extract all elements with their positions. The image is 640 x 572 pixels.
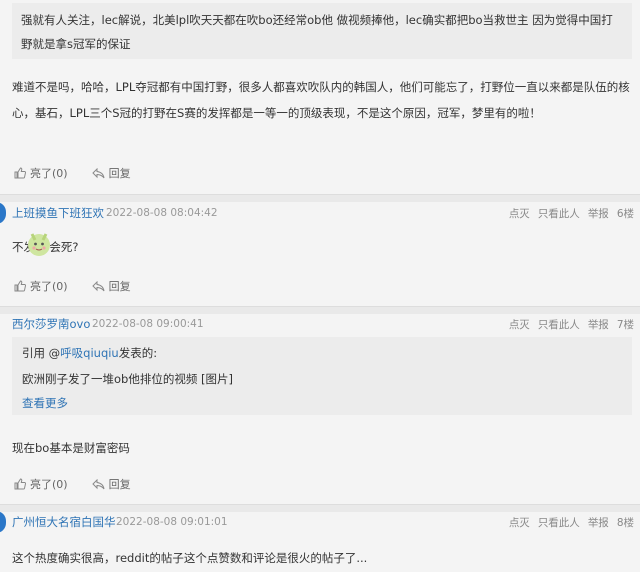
- like-count: 亮了(0): [30, 280, 68, 293]
- reply-icon: [91, 478, 105, 489]
- floor-number: 8楼: [616, 516, 634, 529]
- like-button[interactable]: 亮了(0): [14, 476, 68, 492]
- report-button[interactable]: 举报: [588, 317, 609, 332]
- quote-block: 引用 @呼吸qiuqiu发表的: 欧洲刚子发了一堆ob他排位的视频 [图片] 查…: [12, 337, 632, 415]
- quote-header: 引用 @呼吸qiuqiu发表的:: [22, 345, 157, 361]
- username-link[interactable]: 上班摸鱼下班狂欢: [12, 205, 104, 221]
- like-count: 亮了(0): [30, 478, 68, 491]
- comment-actions: 亮了(0) 回复: [14, 476, 155, 492]
- reply-icon: [91, 167, 105, 178]
- reply-button[interactable]: 回复: [91, 476, 131, 492]
- diss-button[interactable]: 点灭: [509, 317, 530, 332]
- reply-button[interactable]: 回复: [91, 278, 131, 294]
- report-button[interactable]: 举报: [588, 206, 609, 221]
- quote-prefix: 引用 @: [22, 346, 61, 360]
- sticker-icon: [28, 233, 50, 256]
- only-this-user-button[interactable]: 只看此人: [538, 515, 580, 530]
- post-content: 现在bo基本是财富密码: [12, 441, 130, 455]
- like-button[interactable]: 亮了(0): [14, 165, 68, 181]
- floor-number: 6楼: [616, 207, 634, 220]
- post-date: 2022-08-08 09:01:01: [116, 516, 228, 528]
- quote-suffix: 发表的:: [118, 346, 158, 360]
- reply-label: 回复: [108, 478, 131, 491]
- thumbs-up-icon: [14, 167, 26, 179]
- avatar-icon[interactable]: [0, 202, 6, 224]
- reply-label: 回复: [108, 280, 131, 293]
- post-header: 广州恒大名宿白国华 2022-08-08 09:01:01 点灭 只看此人 举报…: [0, 511, 640, 533]
- comment-body: 难道不是吗，哈哈，LPL夺冠都有中国打野，很多人都喜欢吹队内的韩国人，他们可能忘…: [12, 80, 630, 120]
- report-button[interactable]: 举报: [588, 515, 609, 530]
- post-ops: 点灭 只看此人 举报 8楼: [501, 515, 634, 530]
- post-ops: 点灭 只看此人 举报 6楼: [501, 206, 634, 221]
- comment-actions: 亮了(0) 回复: [14, 278, 155, 294]
- thumbs-up-icon: [14, 478, 26, 490]
- post-date: 2022-08-08 09:00:41: [92, 318, 204, 330]
- like-count: 亮了(0): [30, 167, 68, 180]
- post-header: 上班摸鱼下班狂欢 2022-08-08 08:04:42 点灭 只看此人 举报 …: [0, 202, 640, 224]
- reply-icon: [91, 280, 105, 291]
- like-button[interactable]: 亮了(0): [14, 278, 68, 294]
- comment-thread: 强就有人关注，lec解说，北美lpl吹天天都在吹bo还经常ob他 做视频捧他，l…: [0, 0, 640, 572]
- quote-text: 欧洲刚子发了一堆ob他排位的视频 [图片]: [22, 372, 233, 386]
- quoted-comment-text: 强就有人关注，lec解说，北美lpl吹天天都在吹bo还经常ob他 做视频捧他，l…: [21, 13, 613, 51]
- quoted-user-link[interactable]: 呼吸qiuqiu: [60, 346, 119, 360]
- reply-label: 回复: [108, 167, 131, 180]
- only-this-user-button[interactable]: 只看此人: [538, 317, 580, 332]
- post-content: 这个热度确实很高，reddit的帖子这个点赞数和评论是很火的帖子了...: [12, 551, 368, 565]
- avatar-icon[interactable]: [0, 511, 6, 533]
- quoted-comment: 强就有人关注，lec解说，北美lpl吹天天都在吹bo还经常ob他 做视频捧他，l…: [12, 3, 632, 59]
- only-this-user-button[interactable]: 只看此人: [538, 206, 580, 221]
- reply-button[interactable]: 回复: [91, 165, 131, 181]
- view-more-link[interactable]: 查看更多: [22, 395, 68, 411]
- diss-button[interactable]: 点灭: [509, 515, 530, 530]
- username-link[interactable]: 广州恒大名宿白国华: [12, 514, 116, 530]
- diss-button[interactable]: 点灭: [509, 206, 530, 221]
- thumbs-up-icon: [14, 280, 26, 292]
- divider: [0, 194, 640, 202]
- comment-actions: 亮了(0) 回复: [14, 165, 155, 181]
- post-ops: 点灭 只看此人 举报 7楼: [501, 317, 634, 332]
- username-link[interactable]: 西尔莎罗南ovo: [12, 316, 90, 332]
- post-date: 2022-08-08 08:04:42: [106, 207, 218, 219]
- post-header: 西尔莎罗南ovo 2022-08-08 09:00:41 点灭 只看此人 举报 …: [0, 313, 640, 335]
- floor-number: 7楼: [616, 318, 634, 331]
